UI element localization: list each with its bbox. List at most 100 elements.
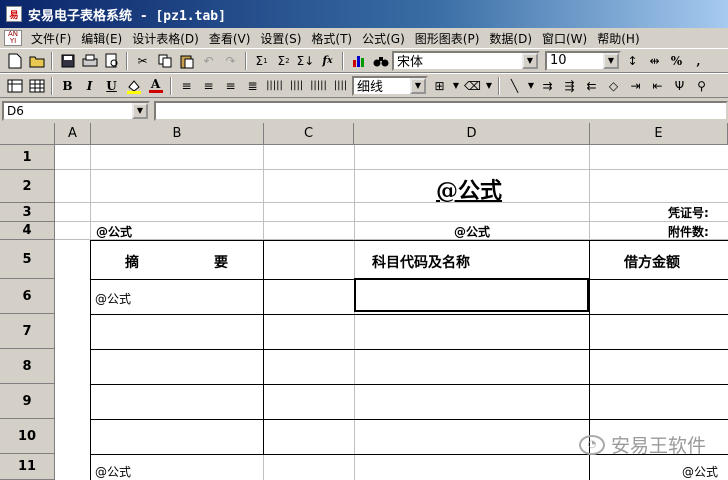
copy-icon[interactable] (154, 51, 175, 71)
chevron-down-icon[interactable]: ▼ (132, 103, 148, 119)
font-color-button[interactable]: A (145, 76, 166, 96)
row-header-10[interactable]: 10 (0, 419, 55, 454)
align-left-icon[interactable]: ≡ (176, 76, 197, 96)
font-name-select[interactable]: 宋体 ▼ (392, 50, 540, 71)
attachment-count-label: 附件数: (668, 225, 709, 239)
barcode-4-icon[interactable]: |||| (330, 76, 351, 96)
table-border (90, 384, 728, 385)
justify-icon[interactable]: ≣ (242, 76, 263, 96)
open-folder-icon[interactable] (26, 51, 47, 71)
split-icon[interactable]: ⇤ (647, 76, 668, 96)
row-header-11[interactable]: 11 (0, 454, 55, 480)
delete-row-icon[interactable]: ⇇ (581, 76, 602, 96)
align-right-icon[interactable]: ≡ (220, 76, 241, 96)
bar-chart-icon[interactable] (348, 51, 369, 71)
row-header-2[interactable]: 2 (0, 170, 55, 203)
menu-formula[interactable]: 公式(G) (357, 30, 410, 47)
function-icon[interactable]: fx (317, 51, 338, 71)
sum-column-icon[interactable]: Σ2 (273, 51, 294, 71)
align-center-icon[interactable]: ≡ (198, 76, 219, 96)
barcode-2-icon[interactable]: |||| (286, 76, 307, 96)
toolbar-separator (498, 76, 500, 95)
menu-help[interactable]: 帮助(H) (592, 30, 644, 47)
title-bar: 易 安易电子表格系统 - [pz1.tab] (0, 0, 728, 28)
column-header-d[interactable]: D (354, 123, 590, 145)
row-height-icon[interactable]: ↕ (622, 51, 643, 71)
chevron-down-icon[interactable]: ▼ (603, 52, 619, 69)
insert-column-icon[interactable]: ⇶ (559, 76, 580, 96)
barcode-1-icon[interactable]: ||||| (264, 76, 285, 96)
document-icon[interactable]: AN YI (4, 30, 22, 46)
comma-button[interactable]: , (688, 51, 709, 71)
borders-icon[interactable]: ⊞ (429, 76, 450, 96)
chevron-down-icon[interactable]: ▼ (451, 76, 461, 96)
formula-input[interactable] (154, 101, 728, 121)
toolbar-separator (245, 51, 247, 70)
clear-icon[interactable]: ◇ (603, 76, 624, 96)
row-header-4[interactable]: 4 (0, 222, 55, 240)
menu-data[interactable]: 数据(D) (484, 30, 537, 47)
barcode-3-icon[interactable]: ||||| (308, 76, 329, 96)
cell-reference-value: D6 (7, 104, 24, 118)
column-width-icon[interactable]: ⇹ (644, 51, 665, 71)
row-header-8[interactable]: 8 (0, 349, 55, 384)
new-file-icon[interactable] (4, 51, 25, 71)
table-icon[interactable] (4, 76, 25, 96)
diagonal-line-icon[interactable]: ╲ (504, 76, 525, 96)
chevron-down-icon[interactable]: ▼ (522, 52, 538, 69)
italic-button[interactable]: I (79, 76, 100, 96)
row-header-7[interactable]: 7 (0, 314, 55, 349)
menu-window[interactable]: 窗口(W) (537, 30, 592, 47)
cell-reference-box[interactable]: D6 ▼ (2, 101, 150, 121)
print-preview-icon[interactable] (101, 51, 122, 71)
line-style-select[interactable]: 细线 ▼ (352, 75, 428, 96)
menu-file[interactable]: 文件(F) (26, 30, 76, 47)
menu-design-table[interactable]: 设计表格(D) (127, 30, 204, 47)
font-size-select[interactable]: 10 ▼ (545, 50, 621, 71)
merge-icon[interactable]: ⇥ (625, 76, 646, 96)
sum-all-icon[interactable]: Σ↓ (295, 51, 316, 71)
eraser-icon[interactable]: ⌫ (462, 76, 483, 96)
underline-button[interactable]: U (101, 76, 122, 96)
cell-d4: @公式 (454, 225, 491, 239)
menu-view[interactable]: 查看(V) (204, 30, 256, 47)
save-icon[interactable] (57, 51, 78, 71)
row-header-5[interactable]: 5 (0, 240, 55, 279)
print-icon[interactable] (79, 51, 100, 71)
row-header-9[interactable]: 9 (0, 384, 55, 419)
filter-icon[interactable]: Ψ (669, 76, 690, 96)
selected-cell-d6[interactable] (354, 278, 589, 312)
select-all-corner[interactable] (0, 123, 55, 145)
menu-charts[interactable]: 图形图表(P) (410, 30, 485, 47)
menu-format[interactable]: 格式(T) (306, 30, 357, 47)
cell-e11: @公式 (682, 465, 719, 479)
chevron-down-icon[interactable]: ▼ (526, 76, 536, 96)
sum-icon[interactable]: Σ1 (251, 51, 272, 71)
row-header-6[interactable]: 6 (0, 279, 55, 314)
chevron-down-icon[interactable]: ▼ (484, 76, 494, 96)
column-header-a[interactable]: A (55, 123, 91, 145)
menu-edit[interactable]: 编辑(E) (76, 30, 127, 47)
paste-icon[interactable] (176, 51, 197, 71)
cut-icon[interactable]: ✂ (132, 51, 153, 71)
bold-button[interactable]: B (57, 76, 78, 96)
column-header-c[interactable]: C (264, 123, 354, 145)
menu-settings[interactable]: 设置(S) (255, 30, 306, 47)
percent-button[interactable]: % (666, 51, 687, 71)
grid-icon[interactable] (26, 76, 47, 96)
cell-b11: @公式 (95, 465, 132, 479)
wand-icon[interactable]: ⚲ (691, 76, 712, 96)
spreadsheet-grid[interactable]: A B C D E 1 2 3 4 5 6 7 8 9 10 11 @公式 凭证… (0, 123, 728, 480)
chevron-down-icon[interactable]: ▼ (410, 77, 426, 94)
binoculars-icon[interactable] (370, 51, 391, 71)
insert-row-icon[interactable]: ⇉ (537, 76, 558, 96)
column-header-e[interactable]: E (590, 123, 728, 145)
column-header-b[interactable]: B (91, 123, 264, 145)
redo-icon[interactable]: ↷ (220, 51, 241, 71)
table-border (90, 240, 91, 480)
row-header-3[interactable]: 3 (0, 203, 55, 222)
undo-icon[interactable]: ↶ (198, 51, 219, 71)
fill-color-icon[interactable] (123, 76, 144, 96)
row-header-1[interactable]: 1 (0, 145, 55, 170)
formula-bar: D6 ▼ (0, 99, 728, 123)
